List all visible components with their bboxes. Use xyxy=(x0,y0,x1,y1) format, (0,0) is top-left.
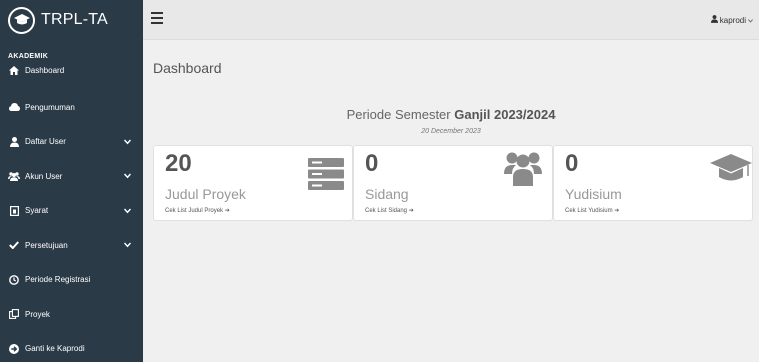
sidebar: TRPL-TA AKADEMIK Dashboard Pengumuman Da… xyxy=(0,0,143,362)
topbar: kaprodi xyxy=(143,0,759,40)
stat-count: 0 xyxy=(365,150,379,177)
checklist-link-label: Cek List Judul Proyek xyxy=(165,208,224,214)
chevron-down-icon xyxy=(123,137,132,146)
cloud-icon xyxy=(8,103,20,112)
file-icon xyxy=(8,205,20,216)
stat-card-yudisium: 0 Yudisium Cek List Yudisium ➔ xyxy=(553,145,753,221)
stat-label: Sidang xyxy=(365,186,409,202)
chevron-down-icon xyxy=(123,172,132,181)
users-icon xyxy=(8,172,20,181)
arrow-right-icon: ➔ xyxy=(408,208,414,214)
check-icon xyxy=(8,241,20,250)
sidebar-item-pengumuman[interactable]: Pengumuman xyxy=(0,90,143,125)
checklist-link-label: Cek List Yudisium xyxy=(565,208,613,214)
stat-count: 0 xyxy=(565,150,579,177)
clock-icon xyxy=(8,274,20,285)
sidebar-item-label: Daftar User xyxy=(25,137,66,147)
page-title: Dashboard xyxy=(153,60,222,76)
checklist-link[interactable]: Cek List Yudisium ➔ xyxy=(565,207,619,214)
sidebar-item-label: Akun User xyxy=(25,171,63,181)
sidebar-item-label: Proyek xyxy=(25,309,50,319)
sidebar-item-label: Dashboard xyxy=(25,66,65,75)
sidebar-item-ganti-ke-kaprodi[interactable]: Ganti ke Kaprodi xyxy=(0,332,143,362)
brand-title: TRPL-TA xyxy=(41,11,108,28)
checklist-link[interactable]: Cek List Judul Proyek ➔ xyxy=(165,207,230,214)
user-menu[interactable]: kaprodi xyxy=(710,15,753,25)
periode-prefix: Periode Semester xyxy=(346,107,451,122)
sidebar-item-label: Syarat xyxy=(25,206,49,216)
user-icon xyxy=(8,136,20,147)
sidebar-item-periode-registrasi[interactable]: Periode Registrasi xyxy=(0,263,143,298)
user-icon xyxy=(710,15,718,25)
sidebar-item-syarat[interactable]: Syarat xyxy=(0,194,143,229)
user-name: kaprodi xyxy=(719,15,746,25)
periode-heading: Periode Semester Ganjil 2023/2024 xyxy=(143,107,759,122)
graduation-cap-icon xyxy=(710,154,752,189)
server-icon xyxy=(308,158,344,195)
stat-label: Judul Proyek xyxy=(165,186,246,202)
graduation-cap-icon xyxy=(8,6,35,34)
brand[interactable]: TRPL-TA xyxy=(0,0,143,40)
checklist-link-label: Cek List Sidang xyxy=(365,208,408,214)
arrow-right-icon: ➔ xyxy=(614,208,620,214)
stat-card-judul-proyek: 20 Judul Proyek Cek List Judul Proyek ➔ xyxy=(153,145,353,221)
stat-label: Yudisium xyxy=(565,186,622,202)
sidebar-section-label: AKADEMIK xyxy=(8,53,49,60)
sidebar-item-persetujuan[interactable]: Persetujuan xyxy=(0,228,143,263)
arrow-circle-icon xyxy=(8,343,20,354)
sidebar-item-label: Pengumuman xyxy=(25,102,75,112)
users-icon xyxy=(504,150,542,191)
hamburger-menu-icon[interactable] xyxy=(151,12,163,24)
sidebar-item-proyek[interactable]: Proyek xyxy=(0,297,143,332)
sidebar-item-label: Persetujuan xyxy=(25,240,68,250)
sidebar-item-label: Ganti ke Kaprodi xyxy=(25,344,85,354)
home-icon xyxy=(8,66,20,75)
sidebar-item-akun-user[interactable]: Akun User xyxy=(0,159,143,194)
arrow-right-icon: ➔ xyxy=(224,208,230,214)
copy-icon xyxy=(8,309,20,320)
chevron-down-icon xyxy=(123,241,132,250)
main-content: Dashboard Periode Semester Ganjil 2023/2… xyxy=(143,41,759,362)
chevron-down-icon xyxy=(123,206,132,215)
stat-count: 20 xyxy=(165,150,192,177)
checklist-link[interactable]: Cek List Sidang ➔ xyxy=(365,207,414,214)
sidebar-item-dashboard[interactable]: Dashboard xyxy=(0,64,143,90)
stat-card-sidang: 0 Sidang Cek List Sidang ➔ xyxy=(353,145,553,221)
sidebar-item-daftar-user[interactable]: Daftar User xyxy=(0,125,143,160)
chevron-down-icon xyxy=(748,16,753,25)
sidebar-item-label: Periode Registrasi xyxy=(25,275,91,285)
current-date: 20 December 2023 xyxy=(421,128,481,135)
periode-value: Ganjil 2023/2024 xyxy=(454,107,556,122)
